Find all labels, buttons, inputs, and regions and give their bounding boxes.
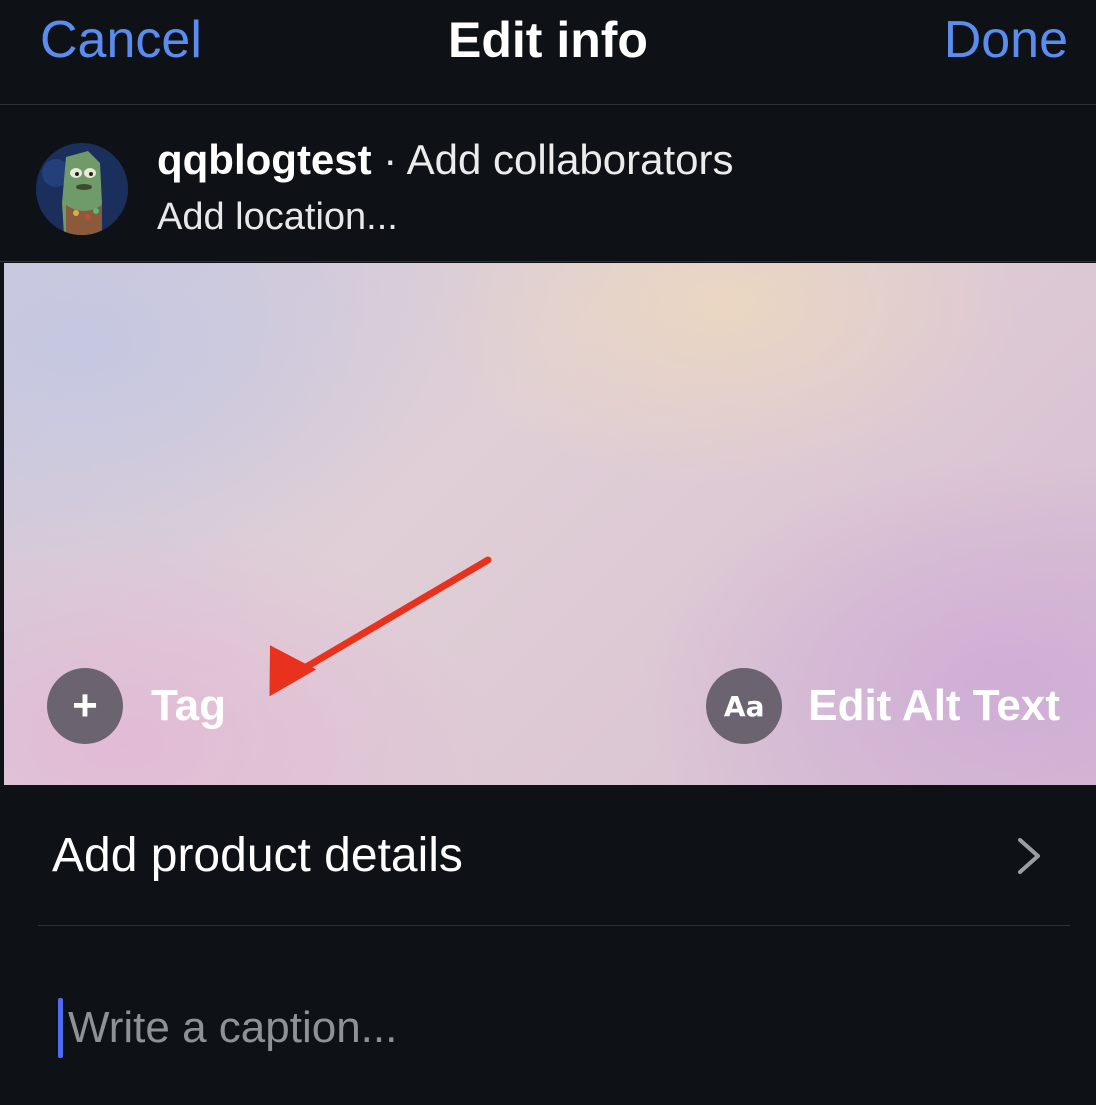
done-button[interactable]: Done (944, 10, 1068, 70)
add-product-details-row[interactable]: Add product details (38, 786, 1070, 926)
text-format-icon: Aa (706, 668, 783, 744)
author-line: qqblogtest · Add collaborators (157, 135, 734, 185)
avatar-image (36, 143, 128, 235)
header-bar: Cancel Edit info Done (0, 0, 1096, 105)
edit-alt-text-button[interactable]: Aa Edit Alt Text (706, 668, 1060, 744)
add-collaborators-button[interactable]: Add collaborators (407, 136, 734, 183)
separator-dot: · (371, 136, 407, 183)
author-row: qqblogtest · Add collaborators Add locat… (0, 105, 1096, 262)
edit-info-screen: Cancel Edit info Done qqblogtest · Add c… (0, 0, 1096, 1105)
plus-icon: + (47, 668, 123, 744)
tag-people-button[interactable]: + Tag (47, 668, 226, 744)
add-location-button[interactable]: Add location... (157, 193, 398, 241)
chevron-right-icon (1018, 838, 1040, 874)
text-cursor (58, 998, 63, 1058)
page-title: Edit info (448, 12, 648, 68)
caption-placeholder: Write a caption... (68, 1003, 398, 1052)
edit-alt-text-label: Edit Alt Text (808, 681, 1060, 730)
tag-label: Tag (151, 681, 226, 730)
add-product-details-label: Add product details (52, 829, 463, 882)
caption-input[interactable]: Write a caption... (58, 996, 1058, 1060)
username[interactable]: qqblogtest (157, 136, 372, 183)
post-image: + Tag Aa Edit Alt Text (4, 263, 1096, 785)
avatar[interactable] (36, 143, 128, 235)
